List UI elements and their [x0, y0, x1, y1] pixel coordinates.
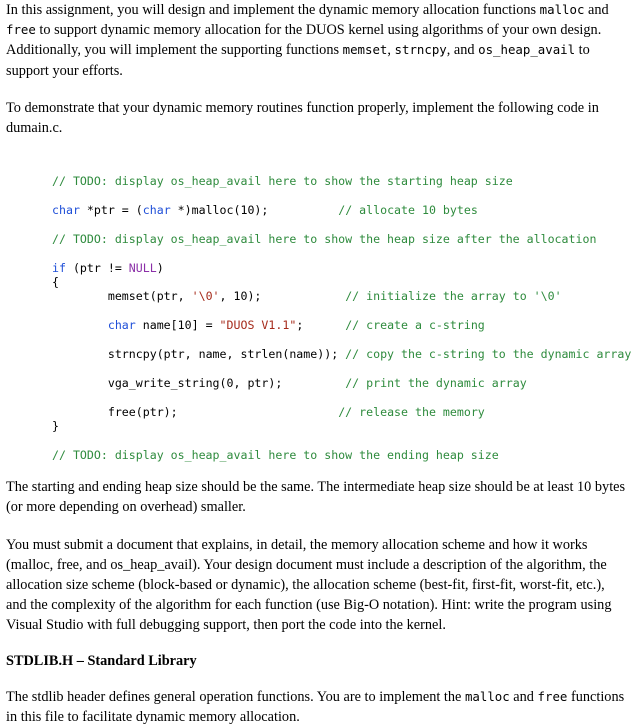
- stdlib-text-segment-2: and: [509, 688, 538, 705]
- code-line: free(ptr); // release the memory: [52, 405, 636, 419]
- code-token-cmt: // TODO: display os_heap_avail here to s…: [52, 232, 597, 247]
- paragraph-stdlib-body: The stdlib header defines general operat…: [0, 687, 636, 727]
- intro-text-segment-2: and: [584, 2, 609, 18]
- code-token-plain: }: [52, 419, 59, 434]
- code-line: strncpy(ptr, name, strlen(name)); // cop…: [52, 347, 636, 361]
- code-block-top-spacer: [0, 150, 636, 174]
- inline-code-malloc-stdlib: malloc: [464, 688, 510, 704]
- code-line: if (ptr != NULL): [52, 261, 636, 275]
- code-token-cnst: NULL: [128, 261, 157, 276]
- code-listing-dumain-c: // TODO: display os_heap_avail here to s…: [0, 174, 636, 462]
- code-token-plain: *ptr = (: [79, 203, 143, 218]
- code-token-plain: vga_write_string(0, ptr);: [107, 376, 283, 391]
- intro-text-segment-1: In this assignment, you will design and …: [6, 2, 540, 18]
- code-token-str: "DUOS V1.1": [219, 318, 297, 333]
- code-token-cmt: // initialize the array to '\0': [345, 289, 562, 304]
- code-block-bottom-spacer: [0, 462, 636, 477]
- code-token-plain: , 10);: [219, 289, 262, 304]
- code-token-plain: {: [52, 275, 59, 290]
- code-token-kw: if: [52, 261, 66, 276]
- code-token-cmt: // create a c-string: [345, 318, 485, 333]
- inline-code-free: free: [6, 22, 36, 38]
- code-token-plain: memset(ptr,: [107, 289, 192, 304]
- code-line: }: [52, 419, 636, 433]
- code-token-cmt: // copy the c-string to the dynamic arra…: [345, 347, 632, 362]
- code-token-cmt: // release the memory: [338, 405, 485, 420]
- code-line: char name[10] = "DUOS V1.1"; // create a…: [52, 318, 636, 332]
- stdlib-text-segment-1: The stdlib header defines general operat…: [6, 688, 465, 705]
- code-token-cmt: // allocate 10 bytes: [338, 203, 478, 218]
- intro-text-segment-4: ,: [387, 42, 395, 59]
- code-token-plain: ): [156, 261, 164, 276]
- code-line: vga_write_string(0, ptr); // print the d…: [52, 376, 636, 390]
- paragraph-assignment-intro: In this assignment, you will design and …: [0, 0, 636, 81]
- code-token-cmt: // TODO: display os_heap_avail here to s…: [52, 174, 513, 189]
- code-line: // TODO: display os_heap_avail here to s…: [52, 174, 636, 188]
- intro-text-segment-5: , and: [446, 42, 479, 59]
- code-token-cmt: // TODO: display os_heap_avail here to s…: [52, 448, 499, 463]
- code-token-str: '\0': [191, 289, 220, 304]
- inline-code-os-heap-avail: os_heap_avail: [478, 42, 576, 58]
- code-line: {: [52, 275, 636, 289]
- heading-stdlib: STDLIB.H – Standard Library: [6, 652, 197, 669]
- code-token-plain: (ptr !=: [65, 261, 129, 276]
- heading-bottom-spacer: [0, 670, 636, 687]
- code-token-kw: char: [107, 318, 136, 333]
- document-page: In this assignment, you will design and …: [0, 0, 636, 725]
- code-token-plain: free(ptr);: [107, 405, 178, 420]
- code-line: memset(ptr, '\0', 10); // initialize the…: [52, 289, 636, 303]
- code-token-plain: name[10] =: [135, 318, 220, 333]
- inline-code-memset: memset: [342, 42, 388, 58]
- code-token-plain: *)malloc(10);: [170, 203, 269, 218]
- code-token-plain: strncpy(ptr, name, strlen(name));: [107, 347, 346, 362]
- code-token-kw: char: [142, 203, 171, 218]
- code-line: char *ptr = (char *)malloc(10); // alloc…: [52, 203, 636, 217]
- code-line: // TODO: display os_heap_avail here to s…: [52, 232, 636, 246]
- paragraph-submit-document: You must submit a document that explains…: [6, 536, 612, 634]
- paragraph-demonstrate: To demonstrate that your dynamic memory …: [6, 99, 599, 137]
- inline-code-malloc: malloc: [539, 2, 585, 17]
- inline-code-strncpy: strncpy: [394, 42, 447, 58]
- inline-code-free-stdlib: free: [537, 688, 568, 704]
- code-line: // TODO: display os_heap_avail here to s…: [52, 448, 636, 462]
- code-token-cmt: // print the dynamic array: [345, 376, 527, 391]
- code-token-kw: char: [52, 203, 80, 218]
- paragraph-heap-size: The starting and ending heap size should…: [6, 479, 626, 516]
